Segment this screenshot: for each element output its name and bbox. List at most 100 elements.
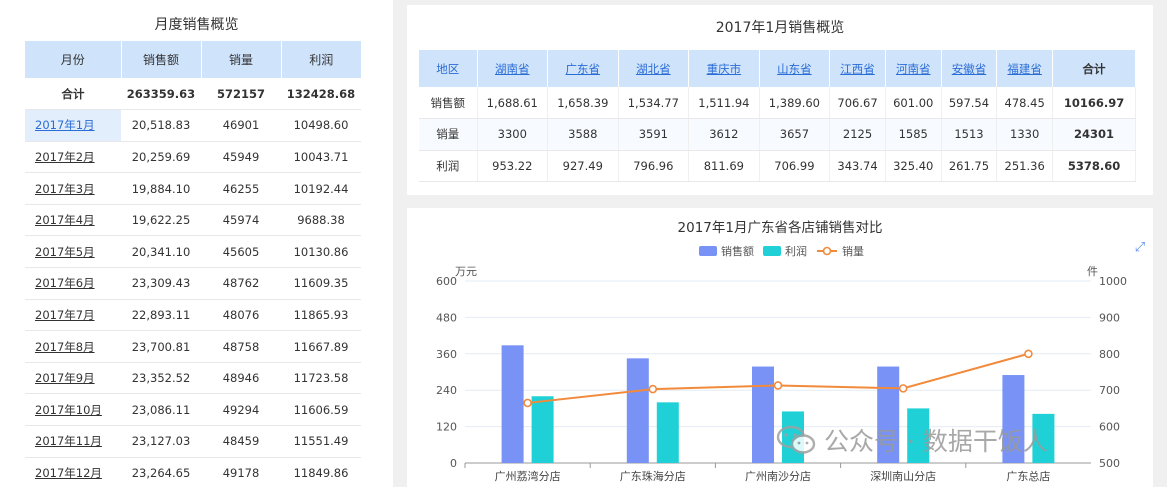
regional-overview-panel: 2017年1月销售概览 地区 湖南省 广东省 湖北省 重庆市 山东省 江西省 河南省 安徽省福… — [407, 5, 1153, 195]
region-row-label: 销售额 — [419, 87, 478, 119]
month-quantity: 45949 — [201, 141, 281, 174]
monthly-row: 2017年2月 20,259.69 45949 10043.71 — [25, 141, 361, 174]
month-quantity: 46255 — [201, 172, 281, 205]
x-tick-label: 广东珠海分店 — [620, 469, 686, 483]
month-quantity: 46901 — [201, 109, 281, 142]
region-cell: 1,511.94 — [688, 87, 760, 119]
month-link[interactable]: 2017年4月 — [25, 204, 121, 237]
right-tick-label: 900 — [1099, 311, 1120, 324]
total-sales: 263359.63 — [121, 78, 201, 111]
monthly-row: 2017年11月 23,127.03 48459 11551.49 — [25, 425, 361, 458]
right-tick-label: 1000 — [1099, 275, 1127, 288]
bar-sales — [752, 366, 774, 463]
month-profit: 9688.38 — [281, 204, 361, 237]
month-sales: 23,127.03 — [121, 425, 201, 458]
month-quantity: 48762 — [201, 267, 281, 300]
month-profit: 11865.93 — [281, 299, 361, 332]
monthly-row: 2017年3月 19,884.10 46255 10192.44 — [25, 172, 361, 205]
region-cell: 927.49 — [547, 150, 619, 182]
month-link[interactable]: 2017年12月 — [25, 457, 121, 487]
monthly-row: 2017年12月 23,264.65 49178 11849.86 — [25, 457, 361, 487]
region-cell: 811.69 — [688, 150, 760, 182]
monthly-table: 月份 销售额 销量 利润 合计 263359.63 572157 132428.… — [25, 41, 361, 487]
region-cell: 1,389.60 — [759, 87, 831, 119]
month-quantity: 49178 — [201, 457, 281, 487]
wechat-icon — [776, 425, 816, 454]
x-tick-label: 广州荔湾分店 — [495, 469, 561, 483]
monthly-table-header: 月份 销售额 销量 利润 — [25, 41, 361, 78]
header-month: 月份 — [25, 41, 122, 78]
region-cell: 796.96 — [618, 150, 690, 182]
region-header-link[interactable]: 江西省 — [829, 50, 886, 87]
region-cell: 325.40 — [885, 150, 942, 182]
region-header-link[interactable]: 福建省 — [996, 50, 1054, 87]
month-sales: 20,341.10 — [121, 235, 201, 269]
month-link[interactable]: 2017年10月 — [25, 393, 121, 427]
month-link[interactable]: 2017年8月 — [25, 330, 121, 363]
region-header-total: 合计 — [1052, 50, 1136, 87]
region-header-link[interactable]: 广东省 — [547, 50, 619, 87]
month-sales: 23,352.52 — [121, 362, 201, 395]
month-sales: 23,264.65 — [121, 457, 201, 487]
region-cell: 1,658.39 — [547, 87, 619, 119]
region-header-link[interactable]: 湖南省 — [477, 50, 549, 87]
month-sales: 23,700.81 — [121, 330, 201, 363]
monthly-row: 2017年5月 20,341.10 45605 10130.86 — [25, 235, 361, 269]
region-header-link[interactable]: 安徽省 — [941, 50, 998, 87]
left-tick-label: 600 — [436, 275, 457, 288]
legend-swatch — [763, 246, 781, 256]
region-cell: 706.99 — [759, 150, 831, 182]
region-cell: 2125 — [829, 118, 886, 151]
right-tick-label: 700 — [1099, 384, 1120, 397]
chart-title: 2017年1月广东省各店铺销售对比 — [678, 220, 883, 236]
month-quantity: 45974 — [201, 204, 281, 237]
total-label: 合计 — [25, 78, 121, 111]
month-profit: 10498.60 — [281, 109, 361, 142]
region-cell: 1330 — [996, 118, 1054, 151]
right-tick-label: 500 — [1099, 457, 1120, 470]
x-tick-label: 广州南沙分店 — [745, 469, 811, 483]
month-link[interactable]: 2017年7月 — [25, 299, 121, 332]
left-tick-label: 240 — [436, 384, 457, 397]
month-sales: 19,622.25 — [121, 204, 201, 237]
watermark-text: 公众号 · 数据干饭人 — [824, 427, 1048, 456]
monthly-total-row: 合计 263359.63 572157 132428.68 — [25, 78, 361, 111]
line-point — [1024, 349, 1033, 359]
monthly-row: 2017年10月 23,086.11 49294 11606.59 — [25, 393, 361, 427]
month-sales: 23,309.43 — [121, 267, 201, 300]
region-header-link[interactable]: 重庆市 — [688, 50, 760, 87]
right-tick-label: 600 — [1099, 421, 1120, 434]
monthly-row: 2017年7月 22,893.11 48076 11865.93 — [25, 299, 361, 332]
region-header-link[interactable]: 河南省 — [885, 50, 942, 87]
region-cell: 706.67 — [829, 87, 886, 119]
month-link[interactable]: 2017年2月 — [25, 141, 121, 174]
expand-icon[interactable]: ⤢ — [1133, 241, 1147, 255]
month-quantity: 48076 — [201, 299, 281, 332]
monthly-overview-title: 月度销售概览 — [154, 17, 239, 33]
month-profit: 11606.59 — [281, 393, 361, 427]
month-profit: 10130.86 — [281, 235, 361, 269]
region-header-link[interactable]: 山东省 — [759, 50, 831, 87]
bar-profit — [531, 396, 554, 463]
month-link[interactable]: 2017年9月 — [25, 362, 121, 395]
month-link[interactable]: 2017年11月 — [25, 425, 121, 458]
month-quantity: 49294 — [201, 393, 281, 427]
right-axis-unit: 件 — [1087, 265, 1098, 278]
total-quantity: 572157 — [201, 78, 281, 111]
month-sales: 22,893.11 — [121, 299, 201, 332]
region-header-link[interactable]: 湖北省 — [618, 50, 690, 87]
month-link[interactable]: 2017年6月 — [25, 267, 121, 300]
month-link[interactable]: 2017年1月 — [25, 109, 121, 142]
month-profit: 11849.86 — [281, 457, 361, 487]
regional-overview-title: 2017年1月销售概览 — [715, 20, 845, 36]
month-profit: 11723.58 — [281, 362, 361, 395]
month-link[interactable]: 2017年5月 — [25, 235, 121, 269]
header-quantity: 销量 — [201, 41, 282, 78]
region-cell: 1513 — [941, 118, 998, 151]
bar-sales — [501, 345, 524, 463]
region-cell: 3657 — [759, 118, 831, 151]
legend-swatch — [699, 246, 717, 256]
watermark: 公众号 · 数据干饭人 — [776, 420, 1048, 460]
region-row: 销售额 1,688.61 1,658.39 1,534.77 1,511.94 1,389… — [419, 87, 1136, 119]
month-link[interactable]: 2017年3月 — [25, 172, 121, 205]
